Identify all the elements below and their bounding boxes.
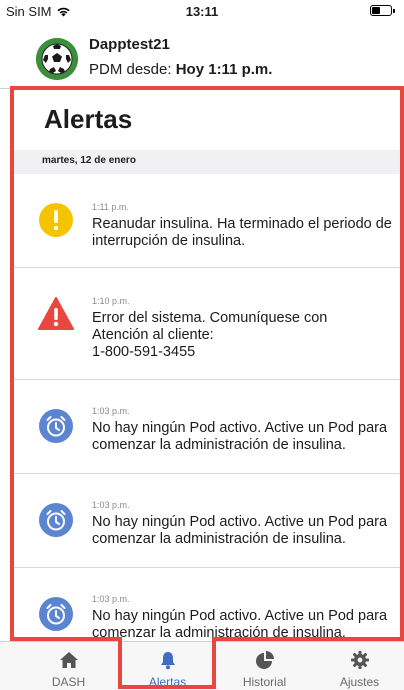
soccer-ball-icon xyxy=(36,38,78,80)
date-label: martes, 12 de enero xyxy=(42,155,136,166)
user-name: Dapptest21 xyxy=(89,36,170,53)
tab-ajustes[interactable]: Ajustes xyxy=(309,642,404,690)
error-triangle-icon xyxy=(38,297,74,330)
alarm-clock-icon xyxy=(39,597,73,631)
highlight-tab-box xyxy=(118,637,216,689)
alert-message: No hay ningún Pod activo. Active un Pod … xyxy=(92,420,388,453)
tab-historial[interactable]: Historial xyxy=(214,642,315,690)
tab-dash[interactable]: DASH xyxy=(18,642,119,690)
pie-chart-icon xyxy=(255,651,274,669)
avatar xyxy=(36,38,78,80)
user-header: Dapptest21 PDM desde: Hoy 1:11 p.m. xyxy=(0,22,404,89)
alert-item[interactable]: 1:03 p.m. No hay ningún Pod activo. Acti… xyxy=(14,380,402,474)
tab-label: DASH xyxy=(51,675,86,689)
tab-label: Historial xyxy=(242,675,287,689)
date-section-header: martes, 12 de enero xyxy=(14,150,402,174)
home-icon xyxy=(59,652,78,668)
warning-circle-icon xyxy=(39,203,73,237)
alert-time: 1:03 p.m. xyxy=(92,594,130,604)
alert-time: 1:03 p.m. xyxy=(92,500,130,510)
alert-message: Error del sistema. Comuníquese con Atenc… xyxy=(92,310,328,360)
clock: 13:11 xyxy=(185,4,219,19)
status-bar: Sin SIM 13:11 xyxy=(0,0,404,22)
pdm-since: PDM desde: Hoy 1:11 p.m. xyxy=(89,61,272,78)
page-title: Alertas xyxy=(44,104,133,134)
pdm-since-label: PDM desde: xyxy=(89,61,172,78)
alarm-clock-icon xyxy=(39,409,73,443)
alert-item[interactable]: 1:10 p.m. Error del sistema. Comuníquese… xyxy=(14,268,402,380)
battery-icon xyxy=(370,5,395,16)
alert-message: No hay ningún Pod activo. Active un Pod … xyxy=(92,608,388,637)
alert-message: No hay ningún Pod activo. Active un Pod … xyxy=(92,514,388,547)
alert-list[interactable]: 1:11 p.m. Reanudar insulina. Ha terminad… xyxy=(14,174,402,637)
alert-time: 1:03 p.m. xyxy=(92,406,130,416)
gear-icon xyxy=(350,651,369,669)
tab-label: Ajustes xyxy=(339,675,380,689)
alert-item[interactable]: 1:03 p.m. No hay ningún Pod activo. Acti… xyxy=(14,568,402,637)
pdm-since-value: Hoy 1:11 p.m. xyxy=(175,61,273,78)
alert-time: 1:11 p.m. xyxy=(92,202,129,212)
alert-message: Reanudar insulina. Ha terminado el perio… xyxy=(92,216,392,249)
alert-time: 1:10 p.m. xyxy=(92,296,130,306)
alarm-clock-icon xyxy=(39,503,73,537)
alert-item[interactable]: 1:11 p.m. Reanudar insulina. Ha terminad… xyxy=(14,174,402,268)
alert-item[interactable]: 1:03 p.m. No hay ningún Pod activo. Acti… xyxy=(14,474,402,568)
